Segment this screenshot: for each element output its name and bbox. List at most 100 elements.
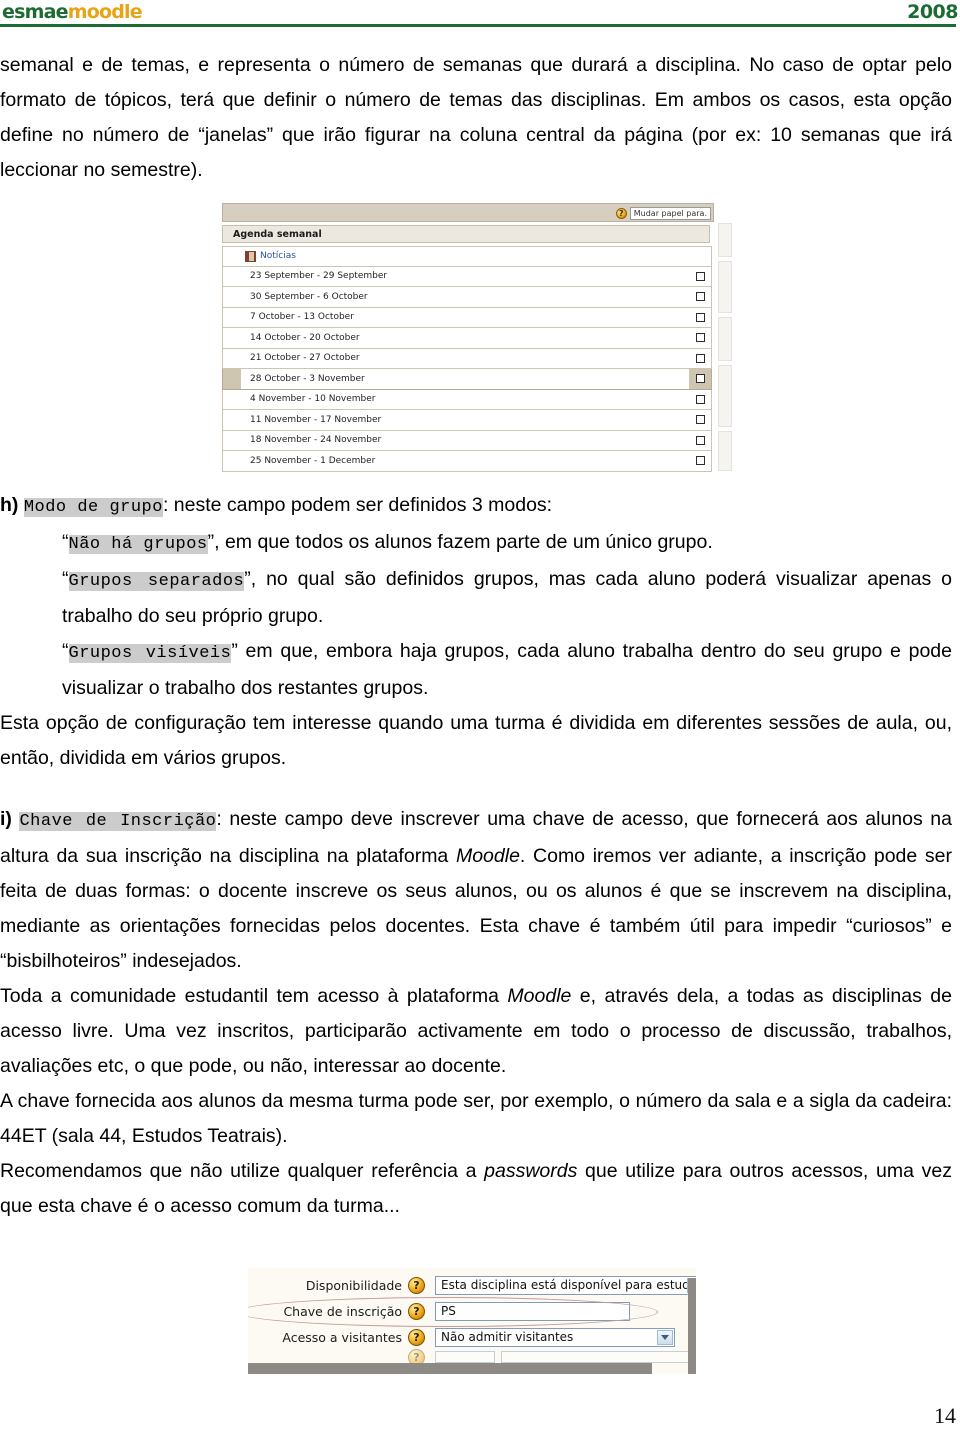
week-checkbox[interactable] [695, 435, 705, 445]
weekly-row[interactable]: 21 October - 27 October [222, 348, 712, 369]
help-icon[interactable]: ? [615, 207, 627, 219]
row-checkbox-cell[interactable] [689, 369, 711, 389]
moodle-topbar: ? Mudar papel para. [222, 203, 714, 222]
screenshot-right-band [688, 1278, 696, 1374]
row-side-marker [223, 410, 241, 430]
row-checkbox-cell[interactable] [689, 349, 711, 369]
role-switcher[interactable]: ? Mudar papel para. [615, 206, 711, 220]
quote-open-1: “ [62, 531, 69, 553]
row-checkbox-cell[interactable] [689, 267, 711, 287]
weekly-row[interactable]: 30 September - 6 October [222, 287, 712, 308]
weekly-row[interactable]: 4 November - 10 November [222, 389, 712, 410]
site-logo: esmaemoodle [2, 1, 143, 23]
item-i-moodle-mention: Moodle [455, 845, 520, 867]
guest-access-selected-value: Não admitir visitantes [441, 1330, 574, 1344]
group-mode-1: “Não há grupos”, em que todos os alunos … [0, 525, 952, 562]
enrolment-key-input[interactable]: PS [435, 1301, 630, 1321]
weekly-row[interactable]: 18 November - 24 November [222, 430, 712, 451]
week-checkbox[interactable] [695, 353, 705, 363]
availability-label: Disponibilidade [305, 1277, 402, 1293]
side-block-fragment [718, 317, 732, 361]
week-checkbox[interactable] [695, 374, 705, 384]
paragraph-community-part1: Toda a comunidade estudantil tem acesso … [0, 985, 508, 1007]
partial-field-small [435, 1351, 495, 1363]
row-checkbox-cell[interactable] [689, 390, 711, 410]
group-mode-3-code: Grupos visíveis [68, 644, 232, 663]
guest-access-label: Acesso a visitantes [282, 1329, 402, 1345]
guest-access-select[interactable]: Não admitir visitantes [435, 1327, 675, 1347]
group-mode-1-code: Não há grupos [68, 535, 208, 554]
quote-open-2: “ [62, 568, 69, 590]
row-checkbox-cell[interactable] [689, 431, 711, 451]
week-label: 25 November - 1 December [250, 455, 376, 466]
weekly-section-title: Agenda semanal [222, 225, 710, 243]
partial-field-large [500, 1351, 696, 1363]
week-label: 30 September - 6 October [250, 291, 368, 302]
page-number: 14 [934, 1403, 956, 1428]
row-side-marker [223, 390, 241, 410]
screenshot-bottom-band [248, 1363, 652, 1374]
screenshot-enrolment-settings: Disponibilidade ? Esta disciplina está d… [248, 1268, 696, 1374]
news-forum-label: Notícias [260, 251, 296, 262]
weekly-row[interactable]: 14 October - 20 October [222, 328, 712, 349]
row-side-marker [223, 431, 241, 451]
week-label: 23 September - 29 September [250, 271, 388, 282]
chevron-down-icon[interactable] [657, 1329, 673, 1345]
row-side-marker [223, 287, 241, 307]
week-checkbox[interactable] [695, 456, 705, 466]
side-block-fragment [718, 365, 732, 427]
screenshot-weekly-agenda: ? Mudar papel para. Agenda semanal Notíc… [222, 203, 732, 475]
week-label: 4 November - 10 November [250, 394, 376, 405]
row-checkbox-cell[interactable] [689, 287, 711, 307]
weekly-row[interactable]: 11 November - 17 November [222, 410, 712, 431]
week-checkbox[interactable] [695, 333, 705, 343]
role-switch-select[interactable]: Mudar papel para. [629, 206, 711, 220]
weekly-row-news[interactable]: Notícias [222, 246, 712, 267]
row-checkbox-cell[interactable] [689, 328, 711, 348]
paragraph-community: Toda a comunidade estudantil tem acesso … [0, 979, 952, 1084]
weekly-row[interactable]: 23 September - 29 September [222, 266, 712, 287]
week-label: 18 November - 24 November [250, 435, 382, 446]
week-checkbox[interactable] [695, 271, 705, 281]
week-label: 7 October - 13 October [250, 312, 354, 323]
item-h-rest: : neste campo podem ser definidos 3 modo… [162, 494, 553, 516]
logo-text-moodle: moodle [67, 1, 143, 23]
weekly-row[interactable]: 7 October - 13 October [222, 307, 712, 328]
week-label: 28 October - 3 November [250, 373, 365, 384]
settings-row-partial: ? [248, 1348, 696, 1366]
week-checkbox[interactable] [695, 292, 705, 302]
enrolment-key-label: Chave de inscrição [283, 1303, 402, 1319]
row-checkbox-cell[interactable] [689, 451, 711, 471]
row-side-marker [223, 247, 241, 266]
row-side-marker [223, 328, 241, 348]
group-mode-2-code: Grupos separados [68, 572, 245, 591]
item-h-line: h) Modo de grupo: neste campo podem ser … [0, 488, 952, 525]
paragraph-community-moodle-mention: Moodle [507, 985, 572, 1007]
news-forum-link[interactable]: Notícias [241, 250, 689, 262]
side-block-fragment [718, 261, 732, 313]
row-checkbox-cell [689, 247, 711, 266]
row-checkbox-cell[interactable] [689, 410, 711, 430]
help-icon[interactable]: ? [408, 1302, 425, 1320]
row-checkbox-cell[interactable] [689, 308, 711, 328]
item-i-code: Chave de Inscrição [19, 812, 217, 831]
weekly-row[interactable]: 25 November - 1 December [222, 451, 712, 472]
week-checkbox[interactable] [695, 312, 705, 322]
week-checkbox[interactable] [695, 415, 705, 425]
help-icon[interactable]: ? [408, 1328, 425, 1346]
settings-row-enrolment-key: Chave de inscrição ? PS [248, 1298, 696, 1324]
paragraph-recommendation-part1: Recomendamos que não utilize qualquer re… [0, 1160, 485, 1182]
help-icon[interactable]: ? [408, 1276, 425, 1294]
group-mode-1-rest: ”, em que todos os alunos fazem parte de… [207, 531, 713, 553]
availability-select[interactable]: Esta disciplina está disponível para est… [435, 1275, 696, 1295]
weekly-row-current[interactable]: 28 October - 3 November [222, 369, 712, 390]
row-side-marker [223, 308, 241, 328]
item-h-marker: h) [0, 494, 19, 516]
group-mode-3: “Grupos visíveis” em que, embora haja gr… [0, 634, 952, 706]
side-block-fragment [718, 223, 732, 257]
settings-row-guest-access: Acesso a visitantes ? Não admitir visita… [248, 1324, 696, 1350]
side-blocks-strip [718, 223, 732, 473]
paragraph-recommendation: Recomendamos que não utilize qualquer re… [0, 1154, 952, 1224]
week-checkbox[interactable] [695, 394, 705, 404]
